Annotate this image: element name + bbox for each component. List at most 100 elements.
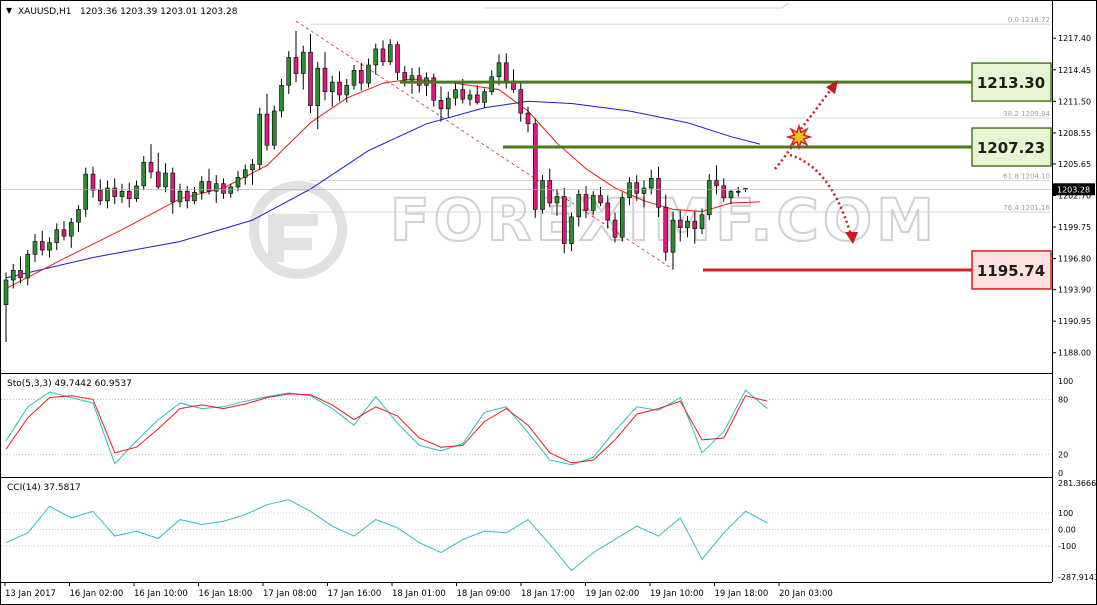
candle-body-bear: [221, 183, 226, 194]
support-level-price-label: 1195.74: [977, 262, 1045, 280]
candle-body-bull: [54, 229, 60, 243]
candle-body-bull: [141, 162, 147, 187]
cci-tick-label: -100: [1058, 542, 1076, 551]
candle-body-bear: [61, 229, 67, 237]
price-tick-label: 1211.50: [1058, 97, 1091, 106]
candle-body-bear: [402, 72, 408, 81]
candle-body-bear: [206, 181, 212, 192]
candle-body-bull: [387, 44, 393, 63]
candle-body-bull: [453, 89, 458, 99]
candle-body-bear: [735, 190, 741, 193]
time-tick-label: 18 Jan 01:00: [392, 589, 446, 599]
price-chart[interactable]: FOREXIMF.COM ▼ XAUUSD,H1 1203.36 1203.39…: [0, 0, 1097, 605]
candle-body-bull: [728, 190, 734, 198]
candle-body-bull: [242, 169, 248, 178]
price-tick-label: 1193.90: [1058, 286, 1091, 295]
candle: [271, 105, 277, 150]
candle-body-bull: [250, 164, 255, 171]
stochastic-label: Sto(5,3,3) 49.7442 60.9537: [7, 379, 132, 389]
candle-body-bull: [32, 241, 38, 255]
candle-body-bear: [337, 81, 342, 96]
time-tick-label: 16 Jan 18:00: [199, 589, 253, 599]
candle-body-bear: [97, 189, 103, 202]
candle-body-bull: [257, 113, 263, 165]
candle-body-bull: [554, 196, 560, 204]
price-tick-label: 1196.80: [1058, 255, 1091, 264]
candle-body-bear: [677, 219, 683, 228]
candle-body-bull: [177, 190, 183, 203]
candle-body-bull: [83, 173, 89, 210]
candle-body-bull: [25, 254, 31, 279]
time-tick-label: 18 Jan 17:00: [521, 589, 575, 599]
candle-body-bull: [641, 187, 647, 194]
time-tick-label: 13 Jan 2017: [5, 589, 56, 599]
candle-body-bull: [10, 270, 16, 281]
time-tick-label: 19 Jan 18:00: [715, 589, 769, 599]
price-tick-label: 1217.40: [1058, 34, 1091, 43]
ohlc-label: 1203.36 1203.39 1203.01 1203.28: [80, 7, 238, 17]
candle-body-bull: [228, 186, 234, 194]
candle-body-bull: [627, 182, 632, 198]
time-tick-label: 18 Jan 09:00: [457, 589, 511, 599]
candle-body-bull: [119, 190, 125, 197]
candle: [561, 188, 567, 254]
candle-body-bull: [76, 209, 81, 223]
candle-body-bear: [561, 196, 567, 244]
cci-tick-label: -287.9143: [1058, 573, 1097, 582]
candle-body-bear: [503, 62, 509, 82]
candle-body-bear: [583, 194, 589, 211]
current-price-label: 1203.28: [1057, 185, 1090, 194]
candle-body-bear: [518, 89, 524, 114]
candle-body-bear: [39, 241, 45, 251]
candle-body-bear: [148, 162, 154, 173]
candle-body-bull: [445, 97, 451, 110]
candle-body-bull: [68, 221, 74, 237]
time-tick-label: 16 Jan 02:00: [70, 589, 124, 599]
menu-arrow-icon[interactable]: ▼: [6, 6, 13, 15]
stochastic-tick-label: 0: [1058, 469, 1063, 478]
candle: [532, 118, 538, 218]
candle-body-bull: [199, 181, 205, 193]
candle-body-bear: [395, 44, 400, 73]
candle: [257, 107, 263, 170]
candle-body-bull: [351, 70, 357, 86]
candle-body-bear: [460, 89, 466, 100]
candle-body-bull: [699, 214, 705, 229]
price-tick-label: 1205.65: [1058, 160, 1091, 169]
candle-body-bull: [496, 62, 502, 78]
cci-label: CCI(14) 37.5817: [7, 483, 81, 493]
candle-body-bear: [126, 190, 132, 199]
time-tick-label: 19 Jan 02:00: [586, 589, 640, 599]
stochastic-tick-label: 20: [1058, 451, 1068, 460]
price-tick-label: 1214.45: [1058, 66, 1091, 75]
resistance-level-price-label: 1213.30: [977, 74, 1045, 92]
candle-body-bear: [438, 99, 444, 110]
candle-body-bear: [184, 190, 190, 202]
fib-level-label: 76.4 1201.16: [1003, 204, 1050, 212]
time-tick-label: 17 Jan 08:00: [263, 589, 317, 599]
candle-body-bear: [380, 48, 386, 63]
price-tick-label: 1190.95: [1058, 317, 1091, 326]
candle-body-bear: [416, 75, 422, 86]
candle-body-bull: [576, 194, 582, 218]
candle-body-bear: [612, 219, 618, 238]
candle-body-bull: [482, 91, 487, 103]
candle-body-bull: [489, 76, 495, 93]
pivot-level-price-label: 1207.23: [977, 139, 1045, 157]
time-tick-label: 19 Jan 10:00: [650, 589, 704, 599]
candle-body-bear: [264, 113, 270, 146]
candle-body-bull: [300, 51, 306, 74]
time-tick-label: 16 Jan 10:00: [134, 589, 188, 599]
cci-tick-label: 0.00: [1058, 525, 1076, 534]
candle-body-bear: [155, 171, 161, 188]
candle-body-bull: [329, 81, 335, 93]
candle: [83, 167, 89, 217]
candle-body-bull: [540, 180, 545, 210]
candle-body-bear: [547, 180, 553, 204]
candle-body-bull: [192, 191, 197, 202]
candle-body-bull: [373, 48, 379, 66]
candle-body-bull: [279, 85, 284, 112]
candle-body-bear: [598, 195, 603, 204]
candle-body-bull: [163, 172, 168, 188]
time-tick-label: 20 Jan 03:00: [779, 589, 833, 599]
